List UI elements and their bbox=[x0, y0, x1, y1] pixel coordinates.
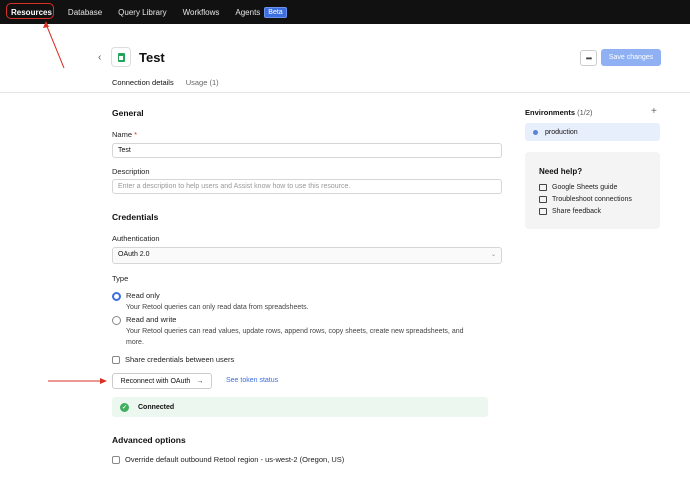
top-navbar: Resources Database Query Library Workflo… bbox=[0, 0, 690, 24]
page-title: Test bbox=[139, 50, 165, 65]
nav-database[interactable]: Database bbox=[68, 8, 102, 17]
type-label: Type bbox=[112, 274, 129, 283]
help-link-feedback[interactable]: Share feedback bbox=[539, 208, 601, 215]
tabs-divider bbox=[0, 92, 690, 93]
back-chevron-icon[interactable]: ‹ bbox=[98, 52, 101, 63]
annotation-highlight-box bbox=[6, 3, 54, 19]
book-icon bbox=[539, 184, 547, 191]
help-link-troubleshoot[interactable]: Troubleshoot connections bbox=[539, 196, 632, 203]
tab-connection-details[interactable]: Connection details bbox=[112, 78, 174, 93]
nav-workflows[interactable]: Workflows bbox=[183, 8, 220, 17]
nav-agents[interactable]: Agents Beta bbox=[235, 6, 287, 18]
environments-title: Environments (1/2) bbox=[525, 108, 593, 117]
help-link-label: Google Sheets guide bbox=[552, 184, 618, 191]
read-write-label: Read and write bbox=[126, 315, 177, 324]
message-icon bbox=[539, 208, 547, 215]
name-input[interactable]: Test bbox=[112, 143, 502, 158]
beta-badge: Beta bbox=[264, 6, 287, 18]
advanced-options-heading: Advanced options bbox=[112, 435, 186, 445]
name-label-text: Name bbox=[112, 130, 133, 139]
read-write-hint-more: more. bbox=[126, 339, 144, 346]
tab-usage[interactable]: Usage (1) bbox=[186, 78, 219, 93]
help-link-label: Share feedback bbox=[552, 208, 602, 215]
help-link-sheets-guide[interactable]: Google Sheets guide bbox=[539, 184, 617, 191]
nav-agents-label: Agents bbox=[235, 7, 261, 17]
name-label: Name * bbox=[112, 130, 137, 139]
environments-title-text: Environments bbox=[525, 108, 576, 117]
environment-item-production[interactable]: production bbox=[525, 123, 660, 141]
add-environment-icon[interactable]: + bbox=[651, 106, 657, 117]
share-credentials-checkbox[interactable] bbox=[112, 356, 120, 364]
reconnect-oauth-label: Reconnect with OAuth bbox=[120, 377, 191, 385]
connection-status-banner: ✓ Connected bbox=[112, 397, 488, 417]
read-only-label: Read only bbox=[126, 291, 160, 300]
check-circle-icon: ✓ bbox=[120, 402, 129, 412]
book-icon bbox=[539, 196, 547, 203]
more-options-button[interactable]: ••• bbox=[580, 50, 597, 66]
arrow-right-icon: → bbox=[196, 377, 204, 385]
chevron-down-icon: ⌄ bbox=[490, 252, 496, 258]
description-input[interactable]: Enter a description to help users and As… bbox=[112, 179, 502, 194]
connection-status-text: Connected bbox=[138, 403, 175, 411]
nav-query-library[interactable]: Query Library bbox=[118, 8, 166, 17]
read-write-hint: Your Retool queries can read values, upd… bbox=[126, 328, 464, 335]
authentication-label: Authentication bbox=[112, 234, 160, 243]
environment-dot-icon bbox=[533, 129, 538, 135]
environments-count: (1/2) bbox=[577, 108, 593, 117]
authentication-select[interactable]: OAuth 2.0 ⌄ bbox=[112, 247, 502, 264]
required-marker: * bbox=[134, 130, 138, 139]
tabs: Connection details Usage (1) bbox=[112, 78, 231, 93]
credentials-heading: Credentials bbox=[112, 212, 159, 222]
help-title: Need help? bbox=[539, 167, 583, 176]
help-panel: Need help? Google Sheets guide Troublesh… bbox=[525, 152, 660, 229]
authentication-value: OAuth 2.0 bbox=[118, 251, 150, 258]
override-region-label: Override default outbound Retool region … bbox=[125, 455, 345, 464]
read-only-hint: Your Retool queries can only read data f… bbox=[126, 304, 309, 311]
reconnect-oauth-button[interactable]: Reconnect with OAuth → bbox=[112, 373, 212, 389]
google-sheets-icon bbox=[111, 47, 131, 67]
override-region-checkbox[interactable] bbox=[112, 456, 120, 464]
read-write-radio[interactable] bbox=[112, 316, 121, 325]
help-link-label: Troubleshoot connections bbox=[552, 196, 632, 203]
environment-label: production bbox=[545, 128, 578, 136]
description-label: Description bbox=[112, 167, 150, 176]
share-credentials-label: Share credentials between users bbox=[125, 355, 235, 364]
read-only-radio[interactable] bbox=[112, 292, 121, 301]
general-heading: General bbox=[112, 108, 144, 118]
see-token-status-link[interactable]: See token status bbox=[226, 377, 278, 384]
save-changes-button[interactable]: Save changes bbox=[601, 49, 661, 66]
